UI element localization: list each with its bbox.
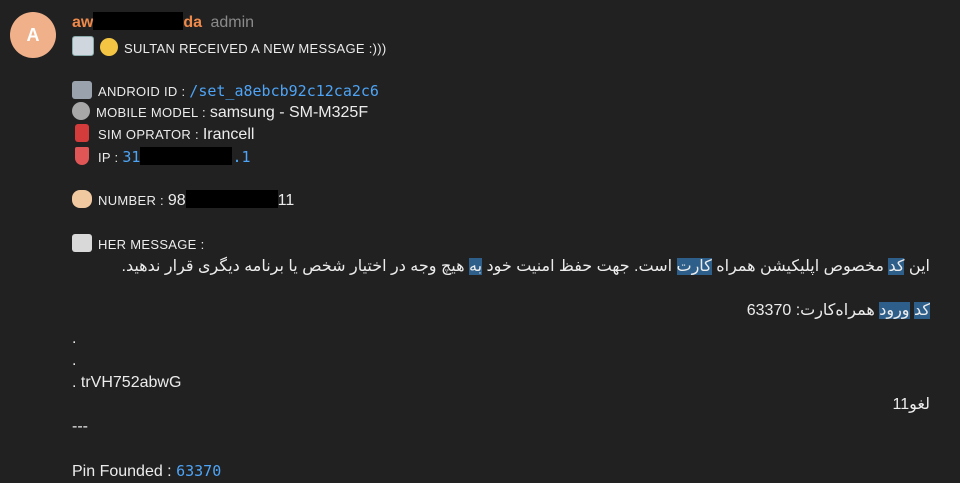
mobile-model-label: MOBILE MODEL : [96,105,210,120]
sms-text-rtl: این کد مخصوص اپلیکیشن همراه کارت است. جه… [72,256,930,300]
title-line: SULTAN RECEIVED A NEW MESSAGE :))) [72,36,930,58]
writing-hand-icon [72,190,92,208]
mobile-model-line: MOBILE MODEL : samsung - SM-M325F [72,102,930,124]
highlight-word: کارت [676,258,712,275]
android-id-command-link[interactable]: /set_a8ebcb92c12ca2c6 [189,82,379,100]
ip-label: IP : [98,150,123,165]
ip-end: .1 [232,148,251,166]
redaction-block [93,12,184,30]
cancel-line-rtl: لغو11 [892,396,930,413]
sender-role: admin [210,14,255,31]
sms-code-rtl: کد ورود همراه‌کارت: 63370 [72,300,930,322]
number-line: NUMBER : 98 11 [72,190,930,212]
ip-link[interactable]: 31.1 [122,147,251,166]
control-knobs-icon [72,81,92,99]
number-end: 11 [277,192,295,209]
sms-text-part: است. جهت حفظ امنیت خود [482,258,677,275]
incoming-envelope-icon [72,36,94,56]
ip-start: 31 [122,148,141,166]
sms-text-part: همراه‌کارت: 63370 [746,302,880,319]
highlight-word: ورود [879,302,910,319]
sim-operator-line: SIM OPRATOR : Irancell [72,124,930,146]
sim-operator-value: Irancell [202,126,255,143]
number-label: NUMBER : [98,193,168,208]
highlight-word: به [468,258,483,275]
mobile-model-value: samsung - SM-M325F [209,104,369,121]
gear-icon [72,102,90,120]
her-message-label: HER MESSAGE : [98,237,205,252]
her-message-line: HER MESSAGE : [72,234,930,256]
message-header: aw da admin [72,10,930,36]
dot-line: . [72,330,77,347]
highlight-word: کد [913,302,930,319]
face-with-tear-icon [100,38,118,56]
android-id-label: ANDROID ID : [98,84,190,99]
sender-name[interactable]: aw da [72,12,206,31]
sms-text-part: هیچ وجه در اختیار شخص یا برنامه دیگری قر… [121,258,469,275]
android-id-line: ANDROID ID : /set_a8ebcb92c12ca2c6 [72,80,930,102]
sms-text-part: مخصوص اپلیکیشن همراه [711,258,889,275]
sms-text-part: این [904,258,930,275]
sim-card-icon [75,124,89,142]
separator-line: --- [72,418,88,435]
title-text: SULTAN RECEIVED A NEW MESSAGE :))) [124,41,387,56]
bolt-shield-icon [75,147,89,165]
message-bubble: aw da admin SULTAN RECEIVED A NEW MESSAGE… [72,10,930,482]
sender-name-start: aw [72,14,94,31]
highlight-word: کد [888,258,905,275]
pin-line: Pin Founded : 63370 [72,460,930,482]
avatar[interactable]: A [10,12,56,58]
sim-operator-label: SIM OPRATOR : [98,127,203,142]
ip-line: IP : 31.1 [72,146,930,168]
sender-name-end: da [183,14,203,31]
dot-line: . [72,352,77,369]
pin-label: Pin Founded : [72,463,177,480]
page-icon [72,234,92,252]
redaction-block [185,190,278,208]
pin-value[interactable]: 63370 [176,462,221,480]
number-start: 98 [167,192,186,209]
code-line: . trVH752abwG [72,374,182,391]
redaction-block [140,147,233,165]
